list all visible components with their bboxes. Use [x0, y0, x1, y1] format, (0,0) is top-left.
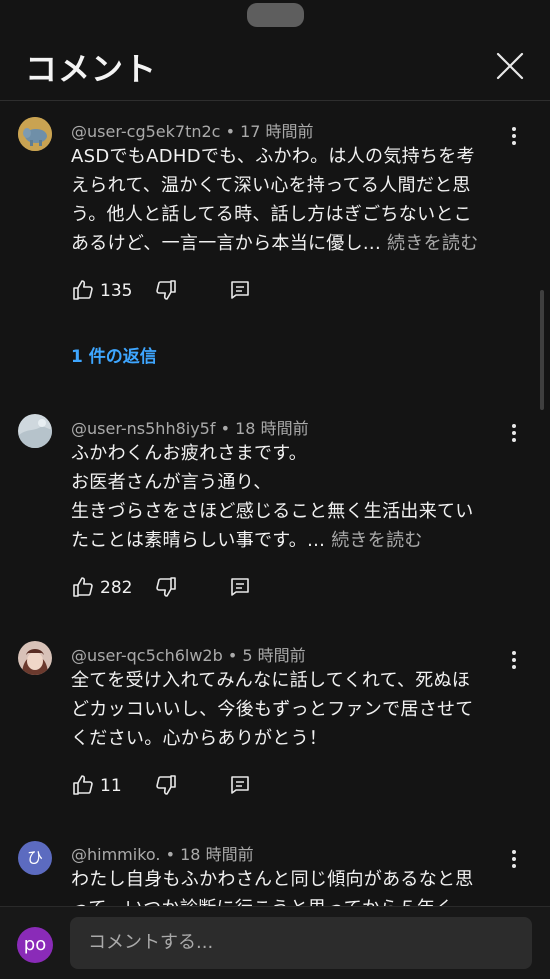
- close-button[interactable]: [488, 44, 532, 88]
- landscape-avatar-icon: [18, 414, 52, 448]
- comment-meta: @user-ns5hh8iy5f • 18 時間前: [71, 415, 309, 439]
- avatar[interactable]: ひ: [18, 841, 52, 875]
- comment-item: ひ @himmiko. • 18 時間前 わたし自身もふかわさんと同じ傾向がある…: [0, 833, 550, 906]
- comment-line: たことは素晴らしい事です。...: [71, 530, 326, 551]
- thumbs-down-icon: [156, 280, 176, 300]
- dislike-button[interactable]: [154, 278, 178, 306]
- avatar[interactable]: [18, 117, 52, 151]
- comment-meta: @user-cg5ek7tn2c • 17 時間前: [71, 118, 314, 142]
- read-more-link[interactable]: 続きを読む: [331, 530, 423, 551]
- comment-composer: po コメントする...: [0, 906, 550, 979]
- comment-input[interactable]: コメントする...: [70, 917, 532, 969]
- comment-line: ASDでもADHDでも、ふかわ。は人の気持ちを考: [71, 146, 475, 167]
- thumbs-up-icon: [73, 775, 93, 795]
- person-avatar-icon: [18, 641, 52, 675]
- comment-line: ふかわくんお疲れさまです。: [71, 443, 308, 464]
- comment-line: う。他人と話してる時、話し方はぎごちないとこ: [71, 204, 472, 225]
- comment-time: • 17 時間前: [225, 122, 314, 141]
- dislike-button[interactable]: [154, 575, 178, 603]
- thumbs-down-icon: [156, 577, 176, 597]
- comments-header: コメント: [0, 30, 550, 100]
- comment-time: • 18 時間前: [220, 419, 309, 438]
- avatar[interactable]: [18, 414, 52, 448]
- comment-author[interactable]: @user-ns5hh8iy5f: [71, 419, 216, 438]
- my-avatar[interactable]: po: [17, 927, 53, 963]
- comment-author[interactable]: @user-cg5ek7tn2c: [71, 122, 220, 141]
- comment-line: 生きづらさをさほど感じること無く生活出来てい: [71, 501, 474, 522]
- page-title: コメント: [25, 50, 158, 88]
- comment-line: えられて、温かくて深い心を持ってる人間だと思: [71, 175, 471, 196]
- like-button[interactable]: 282: [71, 575, 132, 603]
- header-divider: [0, 100, 550, 101]
- thumbs-up-icon: [73, 577, 93, 597]
- read-more-link[interactable]: 続きを読む: [387, 233, 479, 254]
- avatar-letter: ひ: [26, 848, 43, 867]
- like-count: 135: [100, 281, 133, 301]
- like-count: 282: [100, 578, 133, 598]
- reply-button[interactable]: [228, 773, 252, 801]
- comment-text: ふかわくんお疲れさまです。 お医者さんが言う通り、 生きづらさをさほど感じること…: [71, 439, 511, 555]
- comment-line: って…いつか診断に行こうと思ってから５年く: [71, 894, 511, 906]
- dislike-button[interactable]: [154, 773, 178, 801]
- thumbs-up-icon: [73, 280, 93, 300]
- like-button[interactable]: 135: [71, 278, 132, 306]
- thumbs-down-icon: [156, 775, 176, 795]
- comment-line: 全てを受け入れてみんなに話してくれて、死ぬほ: [71, 670, 471, 691]
- reply-button[interactable]: [228, 575, 252, 603]
- comment-icon: [231, 281, 249, 299]
- comment-text: ASDでもADHDでも、ふかわ。は人の気持ちを考 えられて、温かくて深い心を持っ…: [71, 142, 511, 258]
- reply-button[interactable]: [228, 278, 252, 306]
- comment-line: あるけど、一言一言から本当に優し...: [71, 233, 381, 254]
- comment-icon: [231, 776, 249, 794]
- close-icon: [496, 52, 524, 80]
- elephant-avatar-icon: [18, 117, 52, 151]
- comment-meta: @himmiko. • 18 時間前: [71, 841, 254, 865]
- comment-meta: @user-qc5ch6lw2b • 5 時間前: [71, 642, 306, 666]
- comment-line: どカッコいいし、今後もずっとファンで居させて: [71, 699, 474, 720]
- comment-line: わたし自身もふかわさんと同じ傾向があるなと思: [71, 869, 474, 890]
- comment-author[interactable]: @himmiko.: [71, 845, 161, 864]
- comment-text: 全てを受け入れてみんなに話してくれて、死ぬほ どカッコいいし、今後もずっとファン…: [71, 666, 511, 753]
- comment-time: • 5 時間前: [227, 646, 306, 665]
- comment-time: • 18 時間前: [165, 845, 254, 864]
- comment-author[interactable]: @user-qc5ch6lw2b: [71, 646, 223, 665]
- scrollbar[interactable]: [540, 290, 544, 410]
- view-replies-link[interactable]: 1 件の返信: [71, 342, 157, 367]
- comment-line: お医者さんが言う通り、: [71, 472, 272, 493]
- comment-text: わたし自身もふかわさんと同じ傾向があるなと思 って…いつか診断に行こうと思ってか…: [71, 865, 511, 906]
- like-count: 11: [100, 776, 122, 796]
- comment-icon: [231, 578, 249, 596]
- drag-handle[interactable]: [247, 3, 304, 27]
- like-button[interactable]: 11: [71, 773, 122, 801]
- comment-line: ください。心からありがとう！: [71, 728, 328, 749]
- avatar[interactable]: [18, 641, 52, 675]
